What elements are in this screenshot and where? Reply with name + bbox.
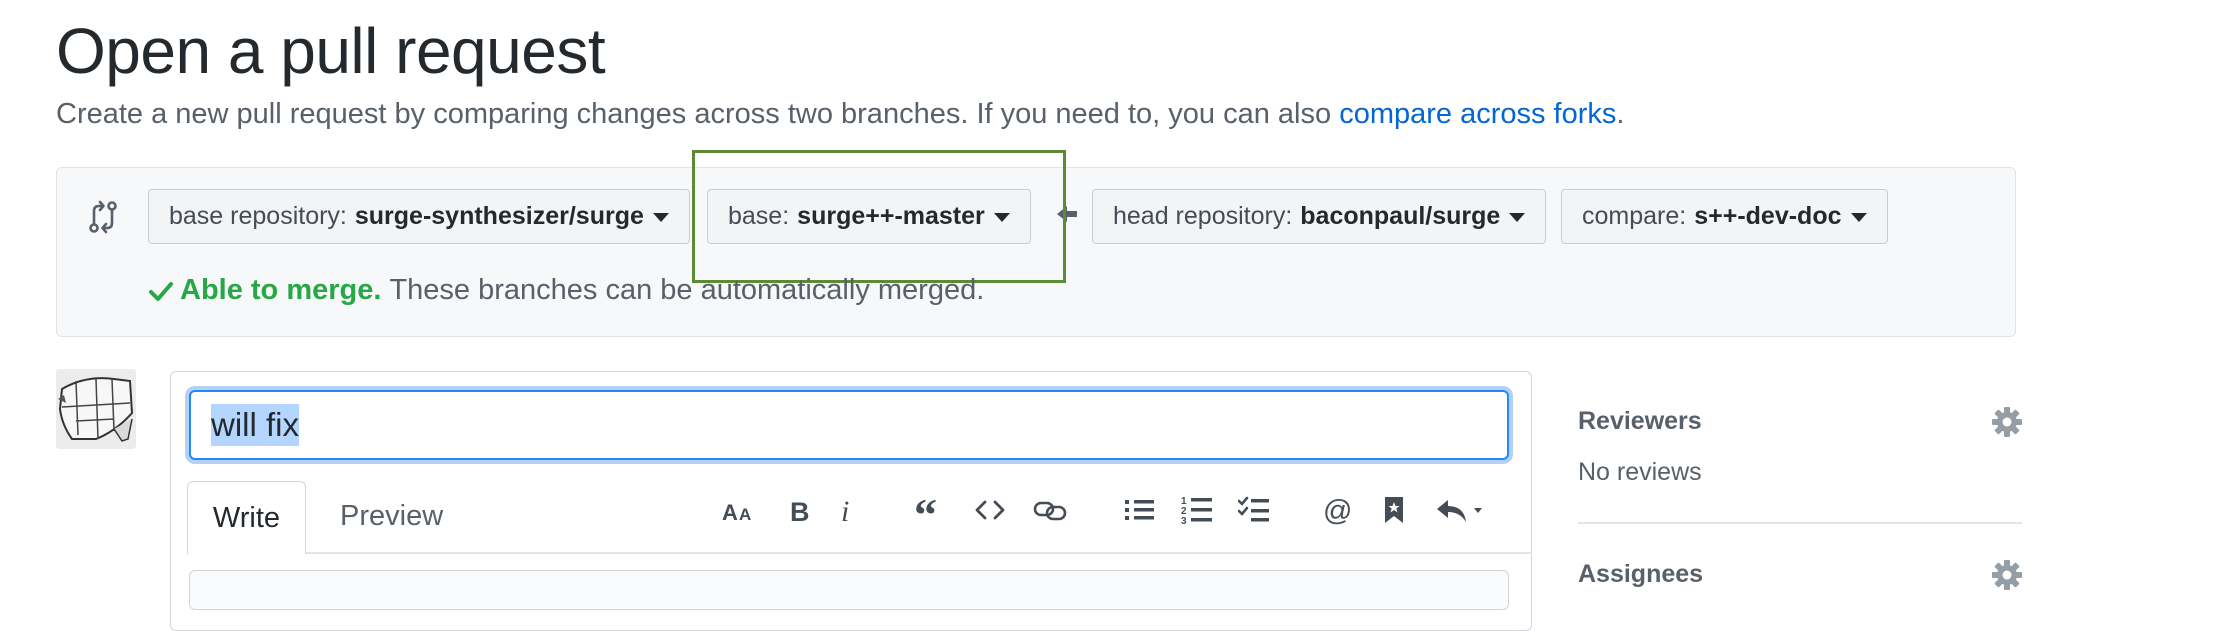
- svg-text:B: B: [790, 497, 810, 524]
- avatar-image: [56, 369, 136, 449]
- page-title: Open a pull request: [56, 15, 606, 87]
- compare-across-forks-link[interactable]: compare across forks: [1339, 98, 1616, 130]
- compare-branch-value: s++-dev-doc: [1694, 202, 1842, 230]
- tabs-divider: [187, 552, 1532, 554]
- merge-status: Able to merge. These branches can be aut…: [148, 274, 984, 307]
- reviewers-value: No reviews: [1578, 458, 1702, 486]
- compare-branch-select[interactable]: compare: s++-dev-doc: [1561, 189, 1888, 244]
- chevron-down-icon: [652, 213, 669, 222]
- bold-icon[interactable]: B: [782, 490, 818, 530]
- avatar[interactable]: [56, 369, 136, 449]
- mention-icon[interactable]: @: [1318, 490, 1358, 530]
- link-icon[interactable]: [1030, 490, 1070, 530]
- check-icon: [149, 281, 173, 301]
- svg-text:A: A: [739, 505, 751, 524]
- svg-text:A: A: [722, 500, 738, 524]
- italic-icon[interactable]: i: [830, 490, 866, 530]
- sidebar-divider: [1578, 522, 2022, 524]
- git-compare-icon: [89, 200, 117, 234]
- pr-title-input[interactable]: will fix: [189, 390, 1509, 460]
- page-subtitle: Create a new pull request by comparing c…: [56, 98, 1624, 131]
- gear-icon[interactable]: [1991, 406, 2023, 438]
- svg-text:@: @: [1323, 495, 1352, 525]
- bookmark-icon[interactable]: [1374, 490, 1414, 530]
- tab-write[interactable]: Write: [187, 481, 306, 554]
- base-repository-value: surge-synthesizer/surge: [354, 202, 644, 230]
- svg-text:“: “: [914, 496, 937, 524]
- tab-preview[interactable]: Preview: [340, 500, 443, 533]
- gear-icon[interactable]: [1991, 559, 2023, 591]
- ordered-list-icon[interactable]: 123: [1177, 490, 1217, 530]
- base-repository-label: base repository:: [169, 202, 347, 230]
- reviewers-heading[interactable]: Reviewers: [1578, 407, 1702, 436]
- head-repository-label: head repository:: [1113, 202, 1293, 230]
- task-list-icon[interactable]: [1234, 490, 1274, 530]
- code-icon[interactable]: [970, 490, 1010, 530]
- pr-title-value: will fix: [211, 404, 299, 446]
- head-repository-select[interactable]: head repository: baconpaul/surge: [1092, 189, 1547, 244]
- chevron-down-icon: [1850, 213, 1867, 222]
- head-repository-value: baconpaul/surge: [1300, 202, 1501, 230]
- quote-icon[interactable]: “: [910, 490, 950, 530]
- unordered-list-icon[interactable]: [1120, 490, 1160, 530]
- comment-textarea[interactable]: [189, 570, 1509, 610]
- subtitle-text: Create a new pull request by comparing c…: [56, 98, 1332, 130]
- reply-icon[interactable]: [1432, 490, 1492, 530]
- base-repository-select[interactable]: base repository: surge-synthesizer/surge: [148, 189, 690, 244]
- assignees-heading[interactable]: Assignees: [1578, 560, 1703, 589]
- compare-branch-label: compare:: [1582, 202, 1687, 230]
- highlight-annotation-box: [692, 150, 1066, 283]
- chevron-down-icon: [1509, 213, 1526, 222]
- text-size-icon[interactable]: AA: [720, 490, 760, 530]
- svg-text:i: i: [841, 495, 849, 525]
- svg-text:3: 3: [1181, 516, 1187, 525]
- subtitle-period: .: [1616, 98, 1625, 130]
- merge-status-label: Able to merge.: [180, 274, 382, 306]
- merge-status-message: These branches can be automatically merg…: [389, 274, 985, 306]
